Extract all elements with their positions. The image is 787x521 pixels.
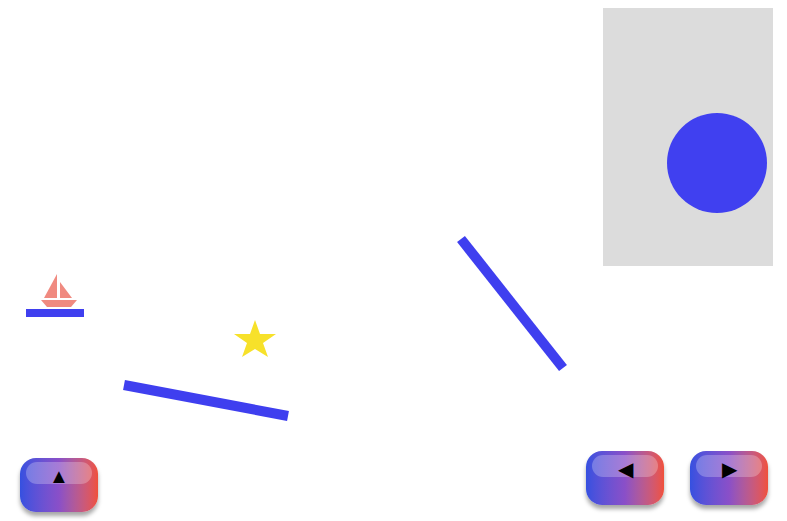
right-button[interactable]: ▶ bbox=[690, 451, 768, 505]
left-button[interactable]: ◀ bbox=[586, 451, 664, 505]
boat-icon bbox=[41, 274, 77, 307]
up-button[interactable]: ▲ bbox=[20, 458, 98, 512]
scene bbox=[0, 0, 787, 521]
arrow-icon: ▶ bbox=[722, 455, 737, 483]
arrow-icon: ▲ bbox=[49, 462, 69, 490]
star-icon bbox=[234, 320, 276, 357]
ramp[interactable] bbox=[124, 385, 288, 416]
game-canvas: ▲ ◀ ▶ bbox=[0, 0, 787, 521]
picture bbox=[603, 8, 773, 266]
arrow-icon: ◀ bbox=[618, 455, 633, 483]
ramp[interactable] bbox=[461, 239, 563, 368]
ball[interactable] bbox=[667, 113, 767, 213]
platform bbox=[26, 309, 84, 317]
